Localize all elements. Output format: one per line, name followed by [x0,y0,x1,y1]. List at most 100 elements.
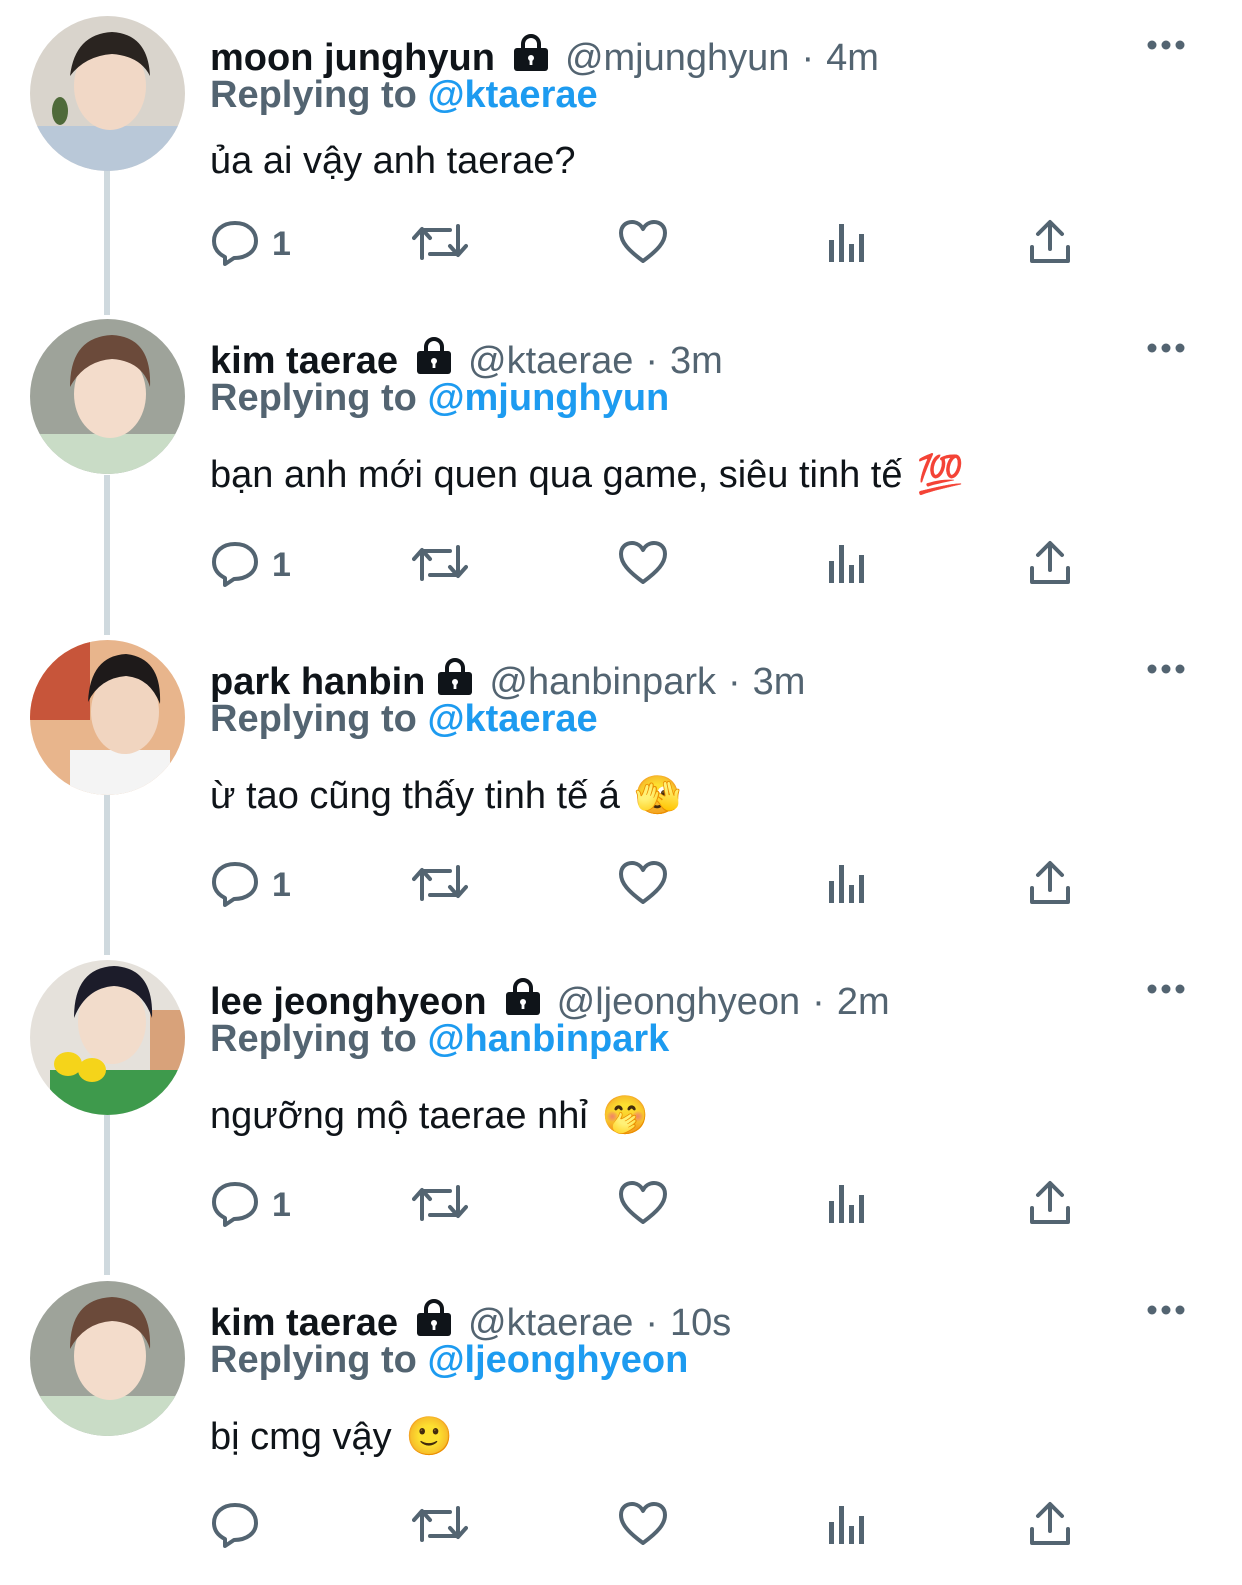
more-dots-icon[interactable] [1146,38,1186,57]
separator: · [812,980,825,1023]
reply-count: 1 [272,224,291,263]
reply-mention[interactable]: @ktaerae [427,74,597,116]
share-button[interactable] [1028,1496,1072,1556]
more-dots-icon[interactable] [1146,341,1186,360]
tweet-text: bị cmg vậy 🙂 [210,1415,453,1459]
timestamp[interactable]: 3m [753,661,806,704]
tweet-body: bị cmg vậy [210,1415,392,1458]
reply-button[interactable]: 1 [210,535,291,595]
reply-mention[interactable]: @hanbinpark [427,1018,669,1060]
reply-bubble-icon [210,1500,260,1553]
share-icon [1028,540,1072,591]
share-button[interactable] [1028,855,1072,915]
thread-line [104,1115,110,1275]
views-chart-icon [825,1181,869,1230]
reply-mention[interactable]: @ljeonghyeon [427,1339,688,1381]
share-icon [1028,860,1072,911]
peeking-face-emoji: 🫣 [633,775,682,817]
like-button[interactable] [618,855,668,915]
action-bar [210,1496,1090,1556]
more-dots-icon[interactable] [1146,662,1186,681]
reply-mention[interactable]: @ktaerae [427,698,597,740]
reply-count: 1 [272,865,291,904]
thread-line [104,475,110,635]
reply-button[interactable] [210,1496,272,1556]
like-button[interactable] [618,214,668,274]
reply-mention[interactable]: @mjunghyun [427,377,669,419]
action-bar: 1 [210,855,1090,915]
tweet-text: ừ tao cũng thấy tinh tế á 🫣 [210,774,681,818]
replying-to-label: Replying to [210,698,417,740]
tweet-text: ủa ai vậy anh taerae? [210,140,576,183]
replying-to-label: Replying to [210,1018,417,1060]
replying-to: Replying to @mjunghyun [210,377,669,420]
reply-button[interactable]: 1 [210,1175,291,1235]
retweet-icon [412,541,468,590]
action-bar: 1 [210,1175,1090,1235]
views-button[interactable] [825,214,869,274]
timestamp[interactable]: 2m [837,981,890,1024]
avatar[interactable] [30,1281,185,1436]
retweet-button[interactable] [412,1496,468,1556]
reply-button[interactable]: 1 [210,855,291,915]
hundred-points-emoji: 💯 [916,454,964,496]
avatar[interactable] [30,960,185,1115]
views-button[interactable] [825,855,869,915]
views-button[interactable] [825,535,869,595]
reply-bubble-icon [210,539,260,592]
thread-line [104,170,110,315]
reply-count: 1 [272,545,291,584]
avatar[interactable] [30,640,185,795]
tweet-text: ngưỡng mộ taerae nhỉ 🤭 [210,1094,649,1138]
views-chart-icon [825,220,869,269]
tweet-body: ủa ai vậy anh taerae? [210,140,576,182]
timestamp[interactable]: 4m [826,37,879,80]
replying-to: Replying to @hanbinpark [210,1018,669,1061]
reply-bubble-icon [210,859,260,912]
share-button[interactable] [1028,214,1072,274]
heart-icon [618,219,668,270]
like-button[interactable] [618,535,668,595]
avatar[interactable] [30,16,185,171]
share-icon [1028,1501,1072,1552]
heart-icon [618,1180,668,1231]
replying-to: Replying to @ljeonghyeon [210,1339,688,1382]
replying-to: Replying to @ktaerae [210,74,598,117]
views-button[interactable] [825,1175,869,1235]
retweet-icon [412,1181,468,1230]
reply-bubble-icon [210,218,260,271]
retweet-button[interactable] [412,855,468,915]
hand-over-mouth-emoji: 🤭 [601,1095,650,1137]
slightly-smiling-emoji: 🙂 [405,1416,453,1458]
share-button[interactable] [1028,1175,1072,1235]
share-icon [1028,219,1072,270]
views-button[interactable] [825,1496,869,1556]
views-chart-icon [825,541,869,590]
views-chart-icon [825,861,869,910]
reply-count: 1 [272,1185,291,1224]
retweet-button[interactable] [412,535,468,595]
retweet-button[interactable] [412,1175,468,1235]
more-dots-icon[interactable] [1146,982,1186,1001]
retweet-icon [412,220,468,269]
replying-to: Replying to @ktaerae [210,698,598,741]
more-dots-icon[interactable] [1146,1303,1186,1322]
tweet-body: ừ tao cũng thấy tinh tế á [210,774,620,817]
separator: · [727,660,741,703]
timestamp[interactable]: 3m [670,340,723,383]
like-button[interactable] [618,1175,668,1235]
replying-to-label: Replying to [210,74,417,116]
share-icon [1028,1180,1072,1231]
views-chart-icon [825,1502,869,1551]
reply-bubble-icon [210,1179,260,1232]
share-button[interactable] [1028,535,1072,595]
action-bar: 1 [210,535,1090,595]
retweet-button[interactable] [412,214,468,274]
separator: · [801,36,815,79]
like-button[interactable] [618,1496,668,1556]
retweet-icon [412,861,468,910]
reply-button[interactable]: 1 [210,214,291,274]
avatar[interactable] [30,319,185,474]
handle[interactable]: @mjunghyun [565,37,789,80]
heart-icon [618,1501,668,1552]
